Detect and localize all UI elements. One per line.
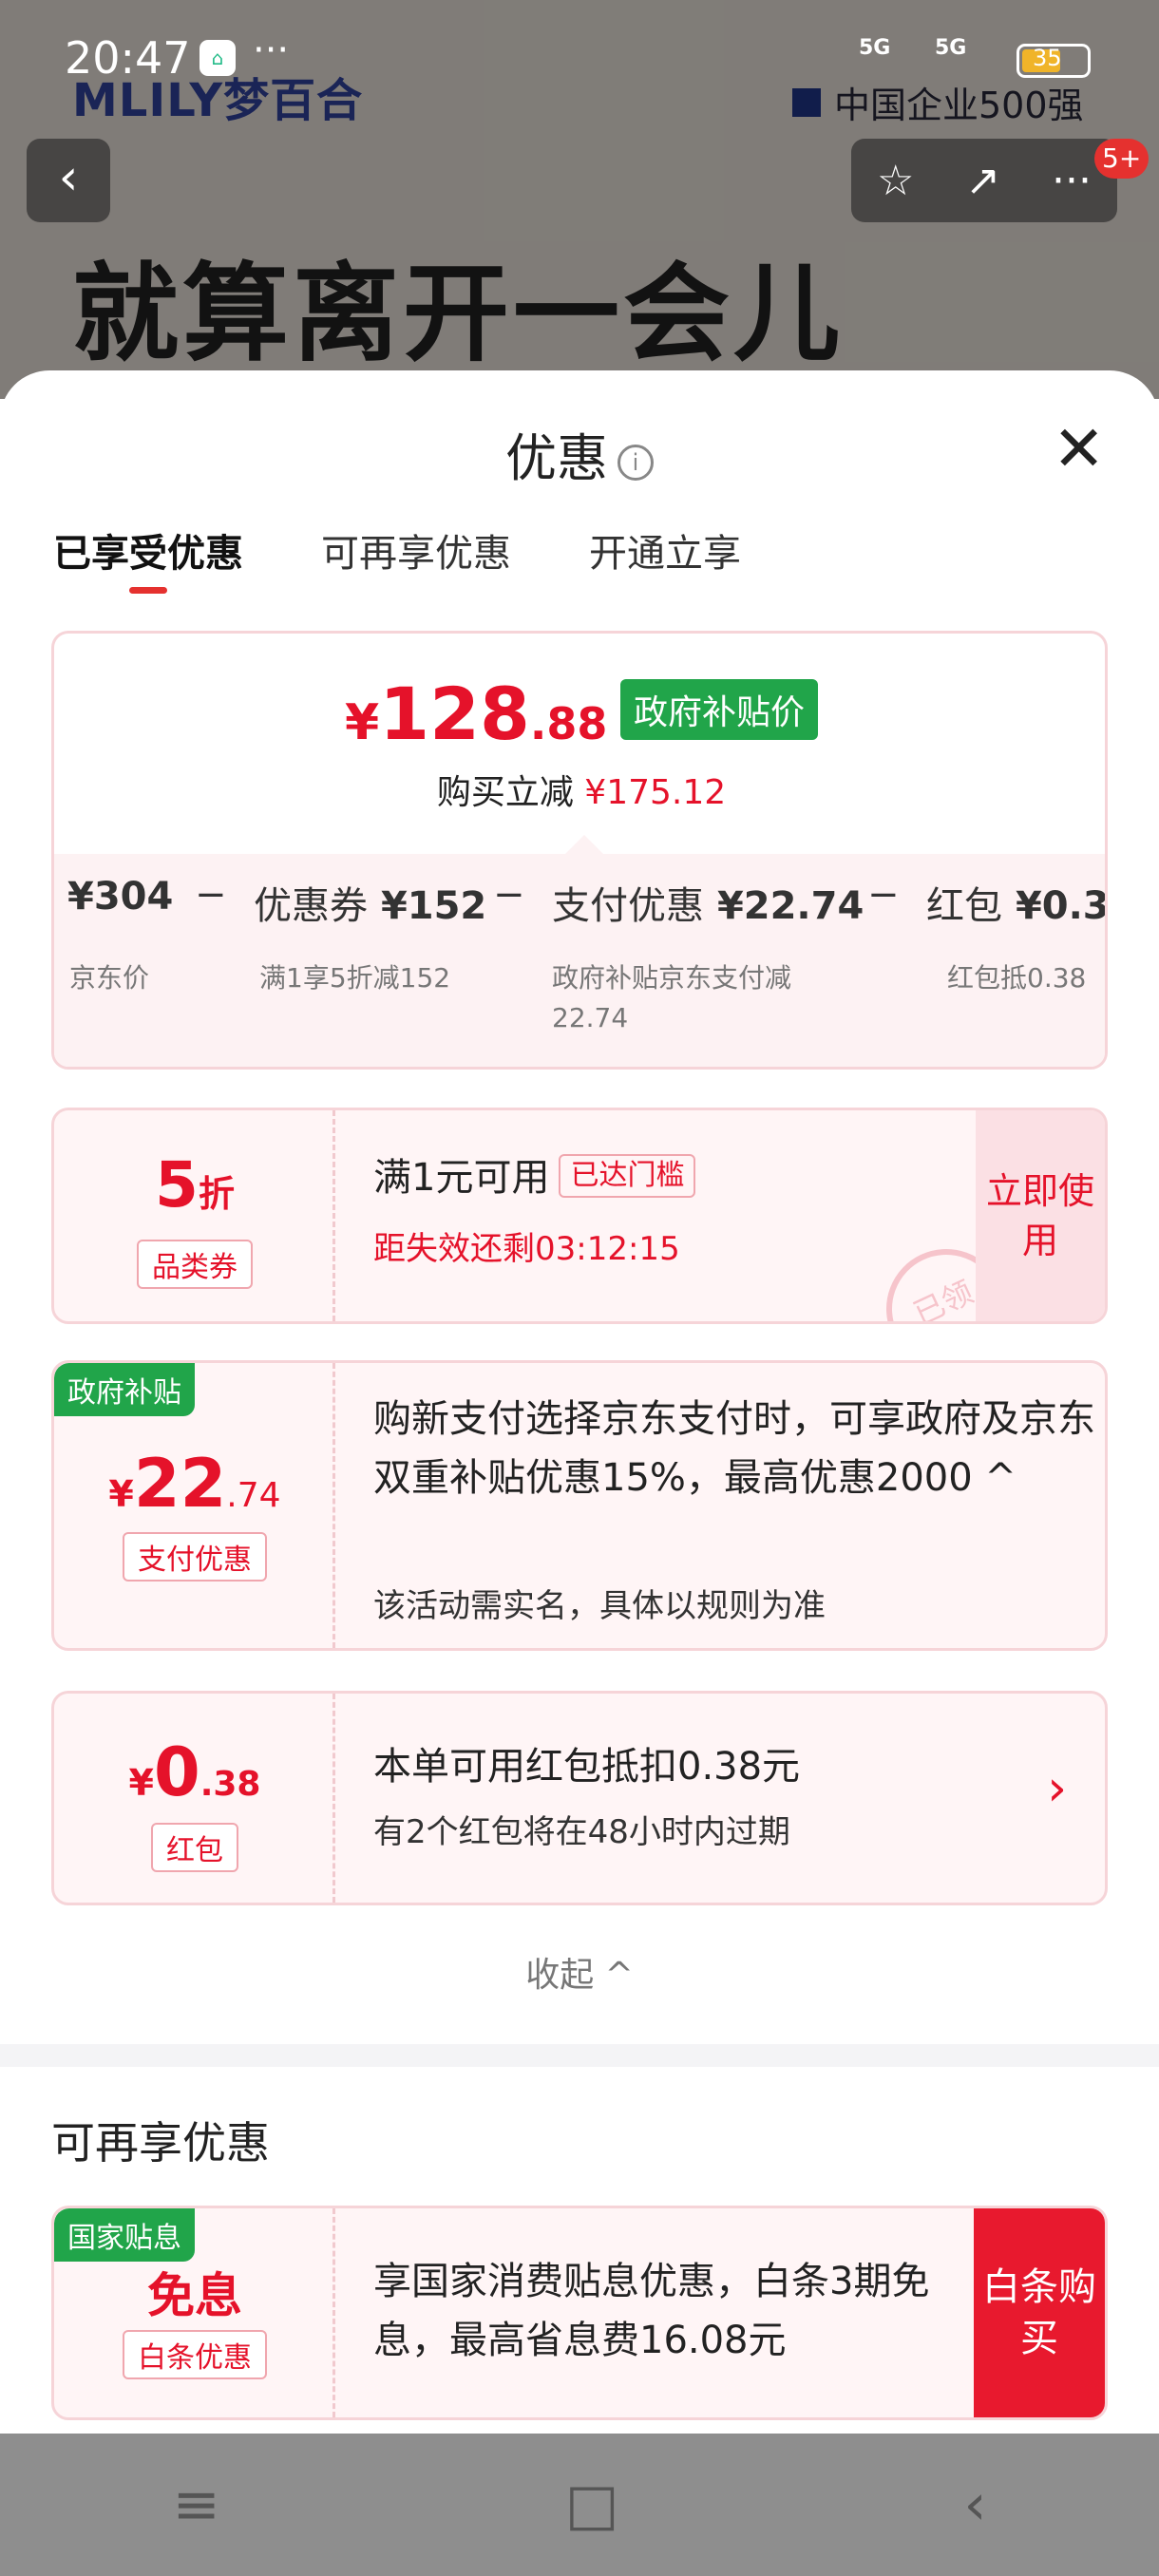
category-coupon-card: 5折 品类券 满1元可用 已达门槛 距失效还剩03:12:15 已领 立即使用	[51, 1108, 1108, 1324]
coupon-condition: 满1元可用 已达门槛	[373, 1148, 696, 1207]
breakdown-jd-price: ¥304	[67, 875, 174, 919]
message-count-badge: 5+	[1094, 139, 1150, 179]
status-bar: 20:47 ⌂ ··· 5G 5G 35	[0, 27, 1159, 93]
share-icon[interactable]: ↗	[965, 157, 1000, 205]
back-button[interactable]: ‹	[27, 139, 110, 222]
system-nav-bar: ≡ □ ‹	[0, 2434, 1159, 2576]
breakdown-coupon: 优惠券 ¥152	[254, 884, 487, 928]
redpacket-expiry: 有2个红包将在48小时内过期	[373, 1813, 790, 1851]
breakdown-payment: 支付优惠 ¥22.74	[552, 884, 864, 928]
tab-open[interactable]: 开通立享	[589, 522, 741, 578]
back-nav-icon[interactable]: ‹	[963, 2472, 986, 2538]
expand-icon[interactable]: ^	[984, 1456, 1016, 1500]
interest-free-label: 免息	[147, 2268, 242, 2323]
redpacket-card[interactable]: ¥0.38 红包 本单可用红包抵扣0.38元 有2个红包将在48小时内过期 ›	[51, 1691, 1108, 1905]
payment-discount-desc: 购新支付选择京东支付时，可享政府及京东双重补贴优惠15%，最高优惠2000 ^	[373, 1397, 1095, 1500]
reduce-line: 购买立减 ¥175.12	[436, 773, 727, 812]
chevron-right-icon[interactable]: ›	[1047, 1760, 1067, 1817]
section-title: 可再享优惠	[51, 2117, 270, 2169]
breakdown-redpacket-desc: 红包抵0.38	[947, 962, 1087, 994]
minus-sign: −	[867, 873, 900, 917]
final-price: ¥128.88 政府补贴价	[54, 672, 1105, 756]
payment-discount-tag: 支付优惠	[54, 1532, 335, 1582]
minus-sign: −	[195, 873, 227, 917]
sheet-title-text: 优惠	[505, 428, 608, 488]
discount-tabs: 已享受优惠 可再享优惠 开通立享	[53, 522, 741, 594]
price-breakdown: ¥304 京东价 − 优惠券 ¥152 满1享5折减152 − 支付优惠 ¥22…	[54, 854, 1108, 1067]
interest-free-card: 国家贴息 免息 白条优惠 享国家消费贴息优惠，白条3期免息，最高省息费16.08…	[51, 2206, 1108, 2420]
signal-icon-1: 5G	[859, 36, 891, 60]
section-divider	[0, 2044, 1159, 2067]
redpacket-tag: 红包	[54, 1823, 335, 1872]
breakdown-jd-desc: 京东价	[69, 962, 150, 994]
status-more-icon: ···	[253, 28, 290, 72]
gov-price-tag: 政府补贴价	[619, 679, 818, 740]
tab-enjoyed[interactable]: 已享受优惠	[53, 522, 243, 594]
payment-discount-note: 该活动需实名，具体以规则为准	[373, 1587, 826, 1625]
discount-sheet: 优惠 i ✕ 已享受优惠 可再享优惠 开通立享 ¥128.88 政府补贴价 购买立…	[0, 370, 1159, 2434]
baitiao-tag: 白条优惠	[54, 2330, 335, 2379]
gov-subsidy-ribbon: 政府补贴	[54, 1363, 195, 1416]
collapse-button[interactable]: 收起 ^	[0, 1947, 1159, 1997]
payment-discount-amount: ¥22.74	[108, 1445, 281, 1523]
use-now-button[interactable]: 立即使用	[976, 1110, 1105, 1321]
home-icon[interactable]: □	[565, 2472, 619, 2538]
breakdown-coupon-desc: 满1享5折减152	[259, 962, 451, 994]
interest-free-desc: 享国家消费贴息优惠，白条3期免息，最高省息费16.08元	[373, 2260, 930, 2362]
threshold-tag: 已达门槛	[559, 1154, 696, 1198]
payment-discount-card: 政府补贴 ¥22.74 支付优惠 购新支付选择京东支付时，可享政府及京东双重补贴…	[51, 1360, 1108, 1651]
national-subsidy-ribbon: 国家贴息	[54, 2208, 195, 2262]
top-action-group: ☆ ↗ ···	[851, 139, 1117, 222]
redpacket-amount: ¥0.38	[128, 1733, 261, 1811]
breakdown-redpacket: 红包 ¥0.38	[926, 884, 1108, 928]
coupon-type-tag: 品类券	[54, 1240, 335, 1289]
status-time: 20:47	[65, 32, 191, 84]
menu-icon[interactable]: ≡	[173, 2472, 220, 2538]
info-icon[interactable]: i	[618, 445, 654, 481]
coupon-discount: 5折	[155, 1148, 235, 1222]
sheet-title: 优惠 i	[0, 416, 1159, 491]
redpacket-desc: 本单可用红包抵扣0.38元	[373, 1745, 801, 1789]
coupon-countdown: 距失效还剩03:12:15	[373, 1230, 680, 1268]
signal-icon-2: 5G	[935, 36, 967, 60]
baitiao-buy-button[interactable]: 白条购买	[974, 2208, 1105, 2417]
price-summary-card: ¥128.88 政府补贴价 购买立减 ¥175.12 ¥304 京东价 − 优惠…	[51, 631, 1108, 1070]
battery-icon: 35	[1016, 44, 1091, 78]
app-notification-icon: ⌂	[200, 40, 236, 76]
more-icon[interactable]: ···	[1052, 157, 1092, 205]
star-icon[interactable]: ☆	[877, 157, 914, 205]
tab-more[interactable]: 可再享优惠	[321, 522, 511, 578]
minus-sign: −	[493, 873, 525, 917]
breakdown-payment-desc: 政府补贴京东支付减22.74	[552, 962, 792, 1033]
close-icon[interactable]: ✕	[1053, 418, 1105, 481]
